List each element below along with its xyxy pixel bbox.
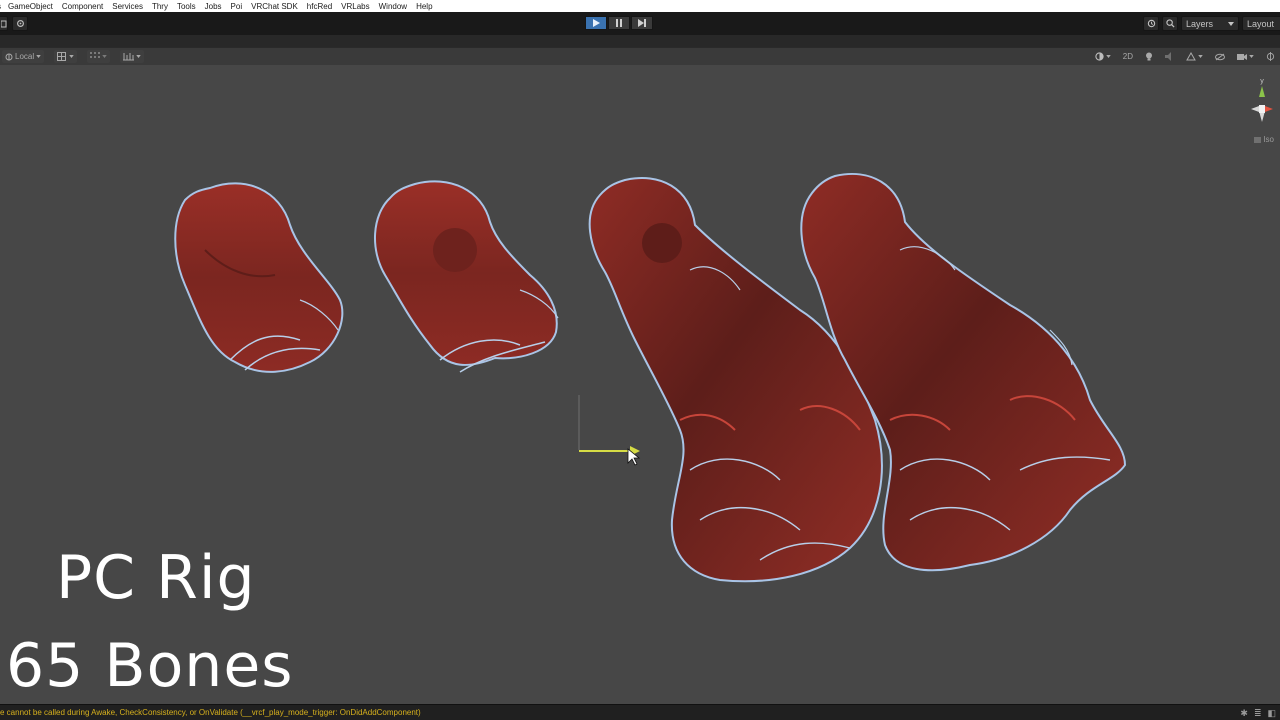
gizmos-icon: [1266, 52, 1275, 61]
audio-icon: [1165, 52, 1171, 61]
gizmo-y-label: y: [1260, 78, 1264, 85]
undo-history-button[interactable]: [1143, 16, 1159, 31]
settings-icon: [16, 20, 24, 27]
move-gizmo[interactable]: [578, 395, 640, 456]
effects-dropdown[interactable]: [1183, 50, 1206, 63]
overlay-title: PC Rig: [56, 543, 256, 613]
chevron-down-icon: [136, 55, 141, 58]
audio-toggle-button[interactable]: [1162, 50, 1177, 63]
menu-item-services[interactable]: Services: [112, 2, 143, 11]
play-button[interactable]: [585, 16, 607, 30]
menu-item-tools[interactable]: Tools: [177, 2, 196, 11]
menu-item-hfcred[interactable]: hfcRed: [307, 2, 332, 11]
console-status-bar[interactable]: e cannot be called during Awake, CheckCo…: [0, 704, 1280, 720]
lightbulb-icon: [1146, 52, 1152, 61]
status-message: e cannot be called during Awake, CheckCo…: [0, 708, 421, 717]
pause-icon: [616, 19, 622, 27]
scene-visibility-button[interactable]: [1212, 50, 1228, 63]
chevron-down-icon: [1228, 21, 1234, 26]
chevron-down-icon: [1198, 55, 1203, 58]
menu-item-window[interactable]: Window: [379, 2, 407, 11]
projection-toggle[interactable]: Iso: [1254, 135, 1274, 144]
projection-label: Iso: [1263, 135, 1274, 144]
ruler-icon: [123, 53, 135, 61]
snap-toggle-button[interactable]: [54, 50, 78, 63]
chevron-down-icon: [36, 55, 41, 58]
panel-icon: [0, 20, 6, 27]
chevron-down-icon: [69, 55, 74, 58]
history-icon: [1147, 19, 1155, 28]
pivot-rotation-label: Local: [15, 52, 35, 61]
layout-label: Layout: [1247, 18, 1275, 29]
hair-model-bun-2[interactable]: [374, 180, 559, 373]
menu-item-edge[interactable]: s: [0, 2, 1, 11]
grid-snap-button[interactable]: [87, 50, 111, 63]
bug-icon[interactable]: ✱: [1240, 708, 1248, 719]
shading-sphere-icon: [1095, 52, 1104, 61]
toggle-2d-label: 2D: [1122, 52, 1133, 61]
menu-item-poi[interactable]: Poi: [231, 2, 243, 11]
pause-button[interactable]: [608, 16, 630, 30]
settings-button[interactable]: [12, 16, 28, 31]
layers-icon[interactable]: ≣: [1254, 708, 1262, 719]
local-rotation-icon: [5, 53, 13, 60]
menu-lines-icon: [1254, 137, 1262, 142]
grid-icon: [90, 52, 101, 58]
search-button[interactable]: [1162, 16, 1178, 31]
increment-snap-button[interactable]: [120, 50, 145, 63]
lighting-toggle-button[interactable]: [1142, 50, 1156, 63]
menu-item-vrchat-sdk[interactable]: VRChat SDK: [251, 2, 298, 11]
panel-toggle-button[interactable]: [0, 16, 8, 31]
scene-tab-strip: [0, 35, 1280, 47]
step-icon: [638, 19, 646, 27]
eye-hidden-icon: [1215, 53, 1225, 60]
layers-dropdown[interactable]: Layers: [1181, 16, 1239, 31]
play-icon: [593, 19, 600, 27]
menu-item-gameobject[interactable]: GameObject: [8, 2, 53, 11]
menu-item-component[interactable]: Component: [62, 2, 103, 11]
step-button[interactable]: [631, 16, 653, 30]
chevron-down-icon: [1106, 55, 1111, 58]
hair-model-short-1[interactable]: [174, 182, 344, 373]
play-controls: [585, 16, 653, 30]
toggle-2d-button[interactable]: 2D: [1120, 50, 1136, 63]
layout-dropdown[interactable]: Layout: [1242, 16, 1280, 31]
gizmos-dropdown[interactable]: [1263, 50, 1278, 63]
overlay-subtitle: 65 Bones: [6, 631, 294, 701]
pivot-rotation-dropdown[interactable]: Local: [2, 50, 45, 63]
scene-view-toolbar: Local 2D: [0, 47, 1280, 65]
chevron-down-icon: [1249, 55, 1254, 58]
menu-item-jobs[interactable]: Jobs: [205, 2, 222, 11]
layers-label: Layers: [1186, 18, 1214, 29]
snap-icon: [57, 52, 67, 61]
menu-item-vrlabs[interactable]: VRLabs: [341, 2, 369, 11]
unity-editor-window: s GameObject Component Services Thry Too…: [0, 0, 1280, 720]
camera-icon: [1237, 53, 1247, 60]
search-icon: [1165, 19, 1175, 28]
notifications-icon[interactable]: ◧: [1267, 708, 1276, 719]
camera-settings-dropdown[interactable]: [1234, 50, 1257, 63]
draw-mode-dropdown[interactable]: [1092, 50, 1114, 63]
menu-item-thry[interactable]: Thry: [152, 2, 168, 11]
chevron-down-icon: [102, 55, 107, 58]
effects-icon: [1186, 52, 1196, 61]
menu-bar: s GameObject Component Services Thry Too…: [0, 0, 1280, 12]
menu-item-help[interactable]: Help: [416, 2, 432, 11]
main-toolbar: Layers Layout: [0, 12, 1280, 35]
orientation-gizmo[interactable]: y: [1248, 75, 1276, 135]
